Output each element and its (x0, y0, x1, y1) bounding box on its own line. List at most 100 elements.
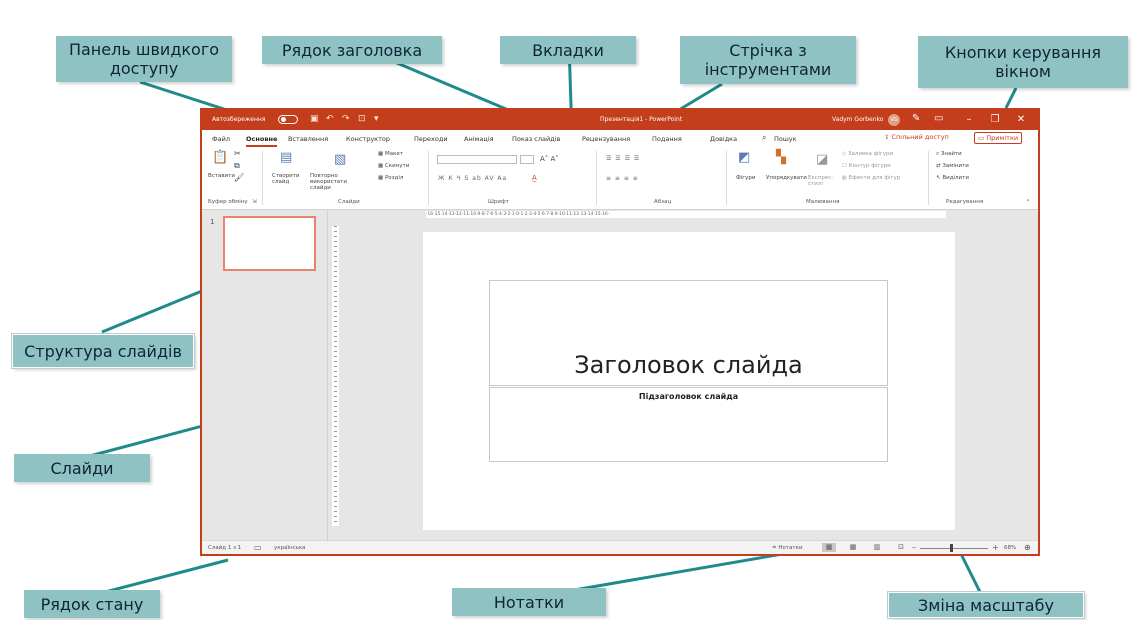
slideshow-view-button[interactable]: ⊡ (894, 543, 908, 552)
paste-icon[interactable]: 📋 (212, 151, 228, 165)
slide-thumbnail[interactable] (223, 216, 316, 271)
language-indicator[interactable]: українська (274, 545, 306, 551)
comments-button[interactable]: ▭ Примітки (974, 132, 1023, 144)
ruler-tick (334, 376, 337, 377)
format-painter-icon[interactable]: 🖌 (234, 174, 244, 182)
shape-effects-button[interactable]: ◍ Ефекти для фігур (842, 175, 900, 181)
reset-button[interactable]: ▦ Скинути (378, 163, 409, 169)
shapes-button[interactable]: Фігури (736, 175, 755, 181)
avatar[interactable]: VG (888, 114, 900, 126)
tab-help[interactable]: Довідка (710, 135, 737, 143)
ruler-tick (334, 261, 337, 262)
copy-icon[interactable]: ⧉ (234, 162, 240, 170)
font-name-combobox[interactable] (437, 155, 517, 164)
collapse-ribbon-icon[interactable]: ˄ (1026, 199, 1030, 207)
alignment-buttons[interactable]: ≡ ≡ ≡ ≡ (606, 175, 639, 182)
callout-tabs: Вкладки (500, 36, 636, 64)
vertical-ruler (332, 226, 339, 526)
font-format-buttons[interactable]: Ж К Ч S ab AV Aa (438, 175, 507, 182)
user-name[interactable]: Vadym Gorbenko (832, 116, 883, 123)
ruler-tick (334, 271, 337, 272)
slideshow-start-icon[interactable]: ⊡ (358, 114, 366, 124)
tab-animations[interactable]: Анімація (464, 135, 494, 143)
ruler-tick (334, 436, 337, 437)
shapes-icon[interactable]: ◩ (738, 151, 750, 165)
group-separator (596, 151, 597, 205)
shape-outline-button[interactable]: ☐ Контур фігури (842, 163, 891, 169)
shape-fill-label: Заливка фігури (847, 151, 894, 157)
zoom-slider-thumb[interactable] (950, 544, 953, 552)
cut-icon[interactable]: ✂ (234, 150, 241, 158)
tab-design[interactable]: Конструктор (346, 135, 390, 143)
reading-view-button[interactable]: ▥ (870, 543, 884, 552)
layout-button[interactable]: ▦ Макет (378, 151, 403, 157)
arrange-icon[interactable]: ▚ (776, 151, 786, 165)
slide-canvas[interactable]: Заголовок слайда Підзаголовок слайда (423, 232, 955, 530)
tab-file[interactable]: Файл (212, 135, 230, 143)
reuse-slides-button[interactable]: Повторно використати слайди (310, 173, 368, 191)
ruler-tick (334, 251, 337, 252)
tab-search[interactable]: Пошук (774, 135, 797, 143)
ruler-tick (334, 441, 337, 442)
font-color-icon[interactable]: A̲ (532, 175, 537, 182)
undo-icon[interactable]: ↶ (326, 114, 334, 124)
ruler-tick (334, 286, 337, 287)
new-slide-icon[interactable]: ▤ (280, 151, 292, 165)
ruler-tick (334, 296, 337, 297)
clipboard-launcher-icon[interactable]: ⇲ (252, 199, 257, 205)
section-button[interactable]: ▦ Розділ (378, 175, 403, 181)
search-icon[interactable]: ⌕ (762, 133, 766, 143)
list-buttons[interactable]: ☰ ☰ ☰ ☰ (606, 155, 640, 162)
section-label: Розділ (384, 175, 404, 181)
arrange-button[interactable]: Упорядкувати (766, 175, 807, 181)
slide-thumbnails-pane: 1 (202, 210, 328, 540)
zoom-level[interactable]: 68% (1004, 545, 1016, 551)
replace-button[interactable]: ⇄ Замінити (936, 163, 969, 169)
find-button[interactable]: ⌕ Знайти (936, 151, 962, 157)
tab-view[interactable]: Подання (652, 135, 682, 143)
zoom-slider-track[interactable] (920, 548, 988, 549)
tab-transitions[interactable]: Переходи (414, 135, 448, 143)
slide-title-placeholder[interactable]: Заголовок слайда (489, 280, 888, 386)
select-button[interactable]: ↖ Виділити (936, 175, 969, 181)
paste-button[interactable]: Вставити (208, 173, 235, 179)
tab-insert[interactable]: Вставлення (288, 135, 328, 143)
tab-home[interactable]: Основне (246, 135, 278, 147)
slide-title-text: Заголовок слайда (574, 351, 803, 379)
shape-fill-button[interactable]: ◇ Заливка фігури (842, 151, 893, 157)
reuse-slides-icon[interactable]: ▧ (334, 153, 346, 167)
save-icon[interactable]: ▣ (310, 114, 319, 124)
ribbon-display-icon[interactable]: ▭ (934, 113, 943, 125)
font-size-grow-shrink-icon[interactable]: A˄ A˅ (540, 156, 559, 163)
close-button[interactable]: ✕ (1008, 112, 1034, 128)
zoom-out-icon[interactable]: – (912, 543, 916, 552)
layout-icon: ▦ (378, 151, 385, 157)
ruler-tick (334, 276, 337, 277)
quick-styles-icon[interactable]: ◪ (816, 153, 828, 167)
notes-button[interactable]: ≐ Нотатки (772, 545, 803, 551)
ruler-tick (334, 516, 337, 517)
tab-slideshow[interactable]: Показ слайдів (512, 135, 560, 143)
slide-subtitle-placeholder[interactable]: Підзаголовок слайда (489, 387, 888, 462)
minimize-button[interactable]: – (956, 112, 982, 128)
restore-button[interactable]: ❐ (982, 112, 1008, 128)
quick-styles-button[interactable]: Експрес-стилі (808, 175, 834, 187)
ribbon-tabs: Файл Основне Вставлення Конструктор Пере… (202, 130, 1038, 147)
zoom-in-icon[interactable]: + (992, 543, 999, 552)
slide-sorter-view-button[interactable]: ▦ (846, 543, 860, 552)
normal-view-button[interactable]: ▦ (822, 543, 836, 552)
tab-review[interactable]: Рецензування (582, 135, 630, 143)
font-size-combobox[interactable] (520, 155, 534, 164)
redo-icon[interactable]: ↷ (342, 114, 350, 124)
spellcheck-icon[interactable]: ▭ (254, 543, 262, 552)
share-button[interactable]: ⇪ Спільний доступ (884, 133, 949, 141)
leader-zoom (958, 551, 984, 597)
new-slide-button[interactable]: Створити слайд (272, 173, 302, 185)
pen-icon[interactable]: ✎ (912, 113, 920, 125)
customize-qat-icon[interactable]: ▾ (374, 114, 379, 124)
ruler-tick (334, 521, 337, 522)
autosave-toggle[interactable] (278, 115, 298, 124)
fit-to-window-icon[interactable]: ⊕ (1024, 543, 1031, 552)
ruler-tick (334, 476, 337, 477)
ruler-tick (334, 456, 337, 457)
